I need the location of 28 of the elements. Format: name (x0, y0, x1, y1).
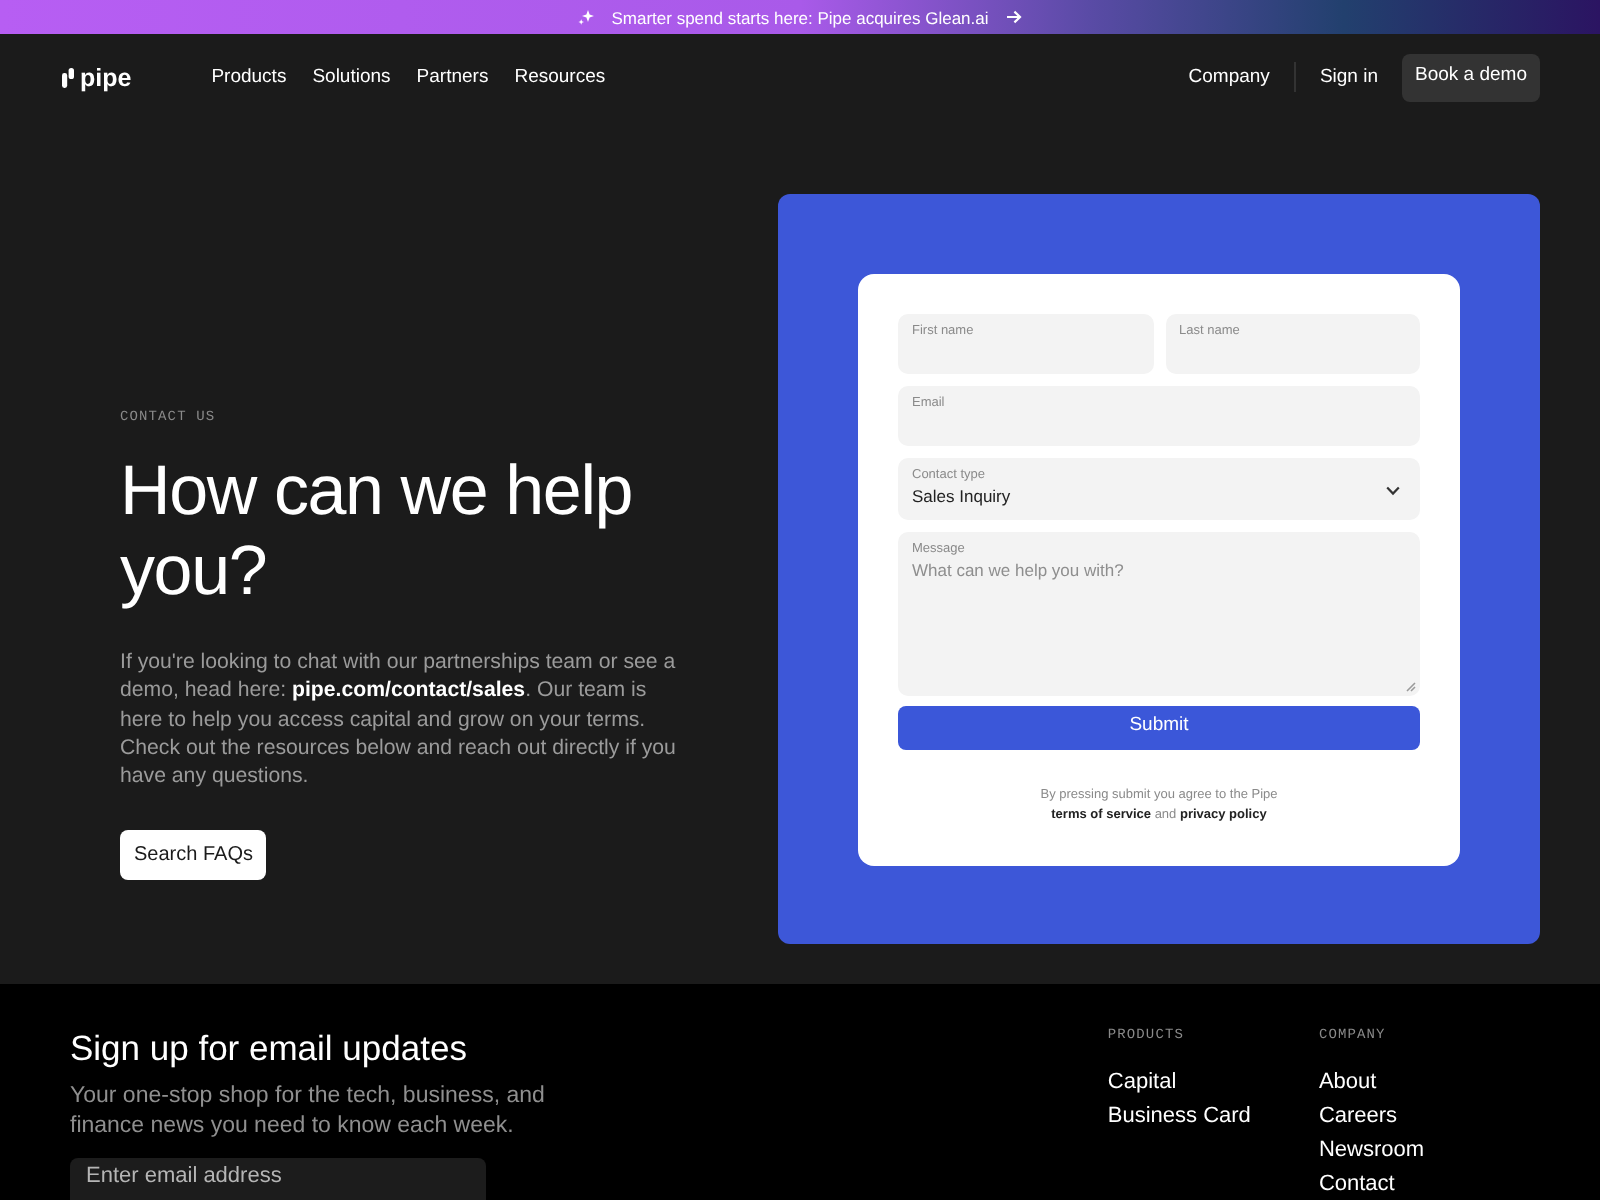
footer-link[interactable]: About (1318, 1066, 1377, 1100)
footer-link[interactable]: Business Card (1107, 1100, 1251, 1134)
nav-link[interactable]: Solutions (312, 65, 391, 89)
sparkle-icon (577, 9, 594, 25)
logo-icon (62, 67, 74, 87)
nav-link[interactable]: Sign in (1319, 65, 1378, 89)
email-input[interactable]: Enter email address (70, 1158, 486, 1200)
submit-button[interactable]: Submit (898, 705, 1420, 749)
newsletter-description: Your one-stop shop for the tech, business, and finance news you need to know each week. (70, 1082, 547, 1142)
page-heading: How can we help you? (120, 452, 635, 612)
nav-link[interactable]: Products (211, 65, 287, 89)
footer-link[interactable]: Capital (1107, 1066, 1177, 1100)
footer-link[interactable]: Newsroom (1318, 1134, 1425, 1168)
nav-link[interactable]: Company (1188, 65, 1270, 89)
newsletter-heading: Sign up for email updates (70, 1026, 467, 1070)
chevron-down-icon (1386, 485, 1400, 495)
logo-link[interactable]: pipe (62, 63, 132, 91)
hero-description: If you're looking to chat with our partnerships team or see a demo, head here: pipe.com/contact/sales. Our team is here to help you access capital and grow on your terms. Check out the resources below and reach out directly if you have any questions. (120, 648, 678, 791)
text-link[interactable]: pipe.com/contact/sales (292, 678, 526, 703)
announcement-link[interactable]: Smarter spend starts here: Pipe acquires Glean.ai (611, 5, 989, 29)
resize-handle-icon (1406, 681, 1416, 691)
arrow-right-icon (1006, 10, 1023, 24)
book-demo-button[interactable]: Book a demo (1402, 53, 1540, 101)
footer-link[interactable]: Contact (1318, 1168, 1395, 1200)
search-faqs-button[interactable]: Search FAQs (120, 830, 267, 881)
nav-link[interactable]: Resources (514, 65, 606, 89)
nav-link[interactable]: Partners (416, 65, 489, 89)
footer-link[interactable]: Careers (1318, 1100, 1398, 1134)
